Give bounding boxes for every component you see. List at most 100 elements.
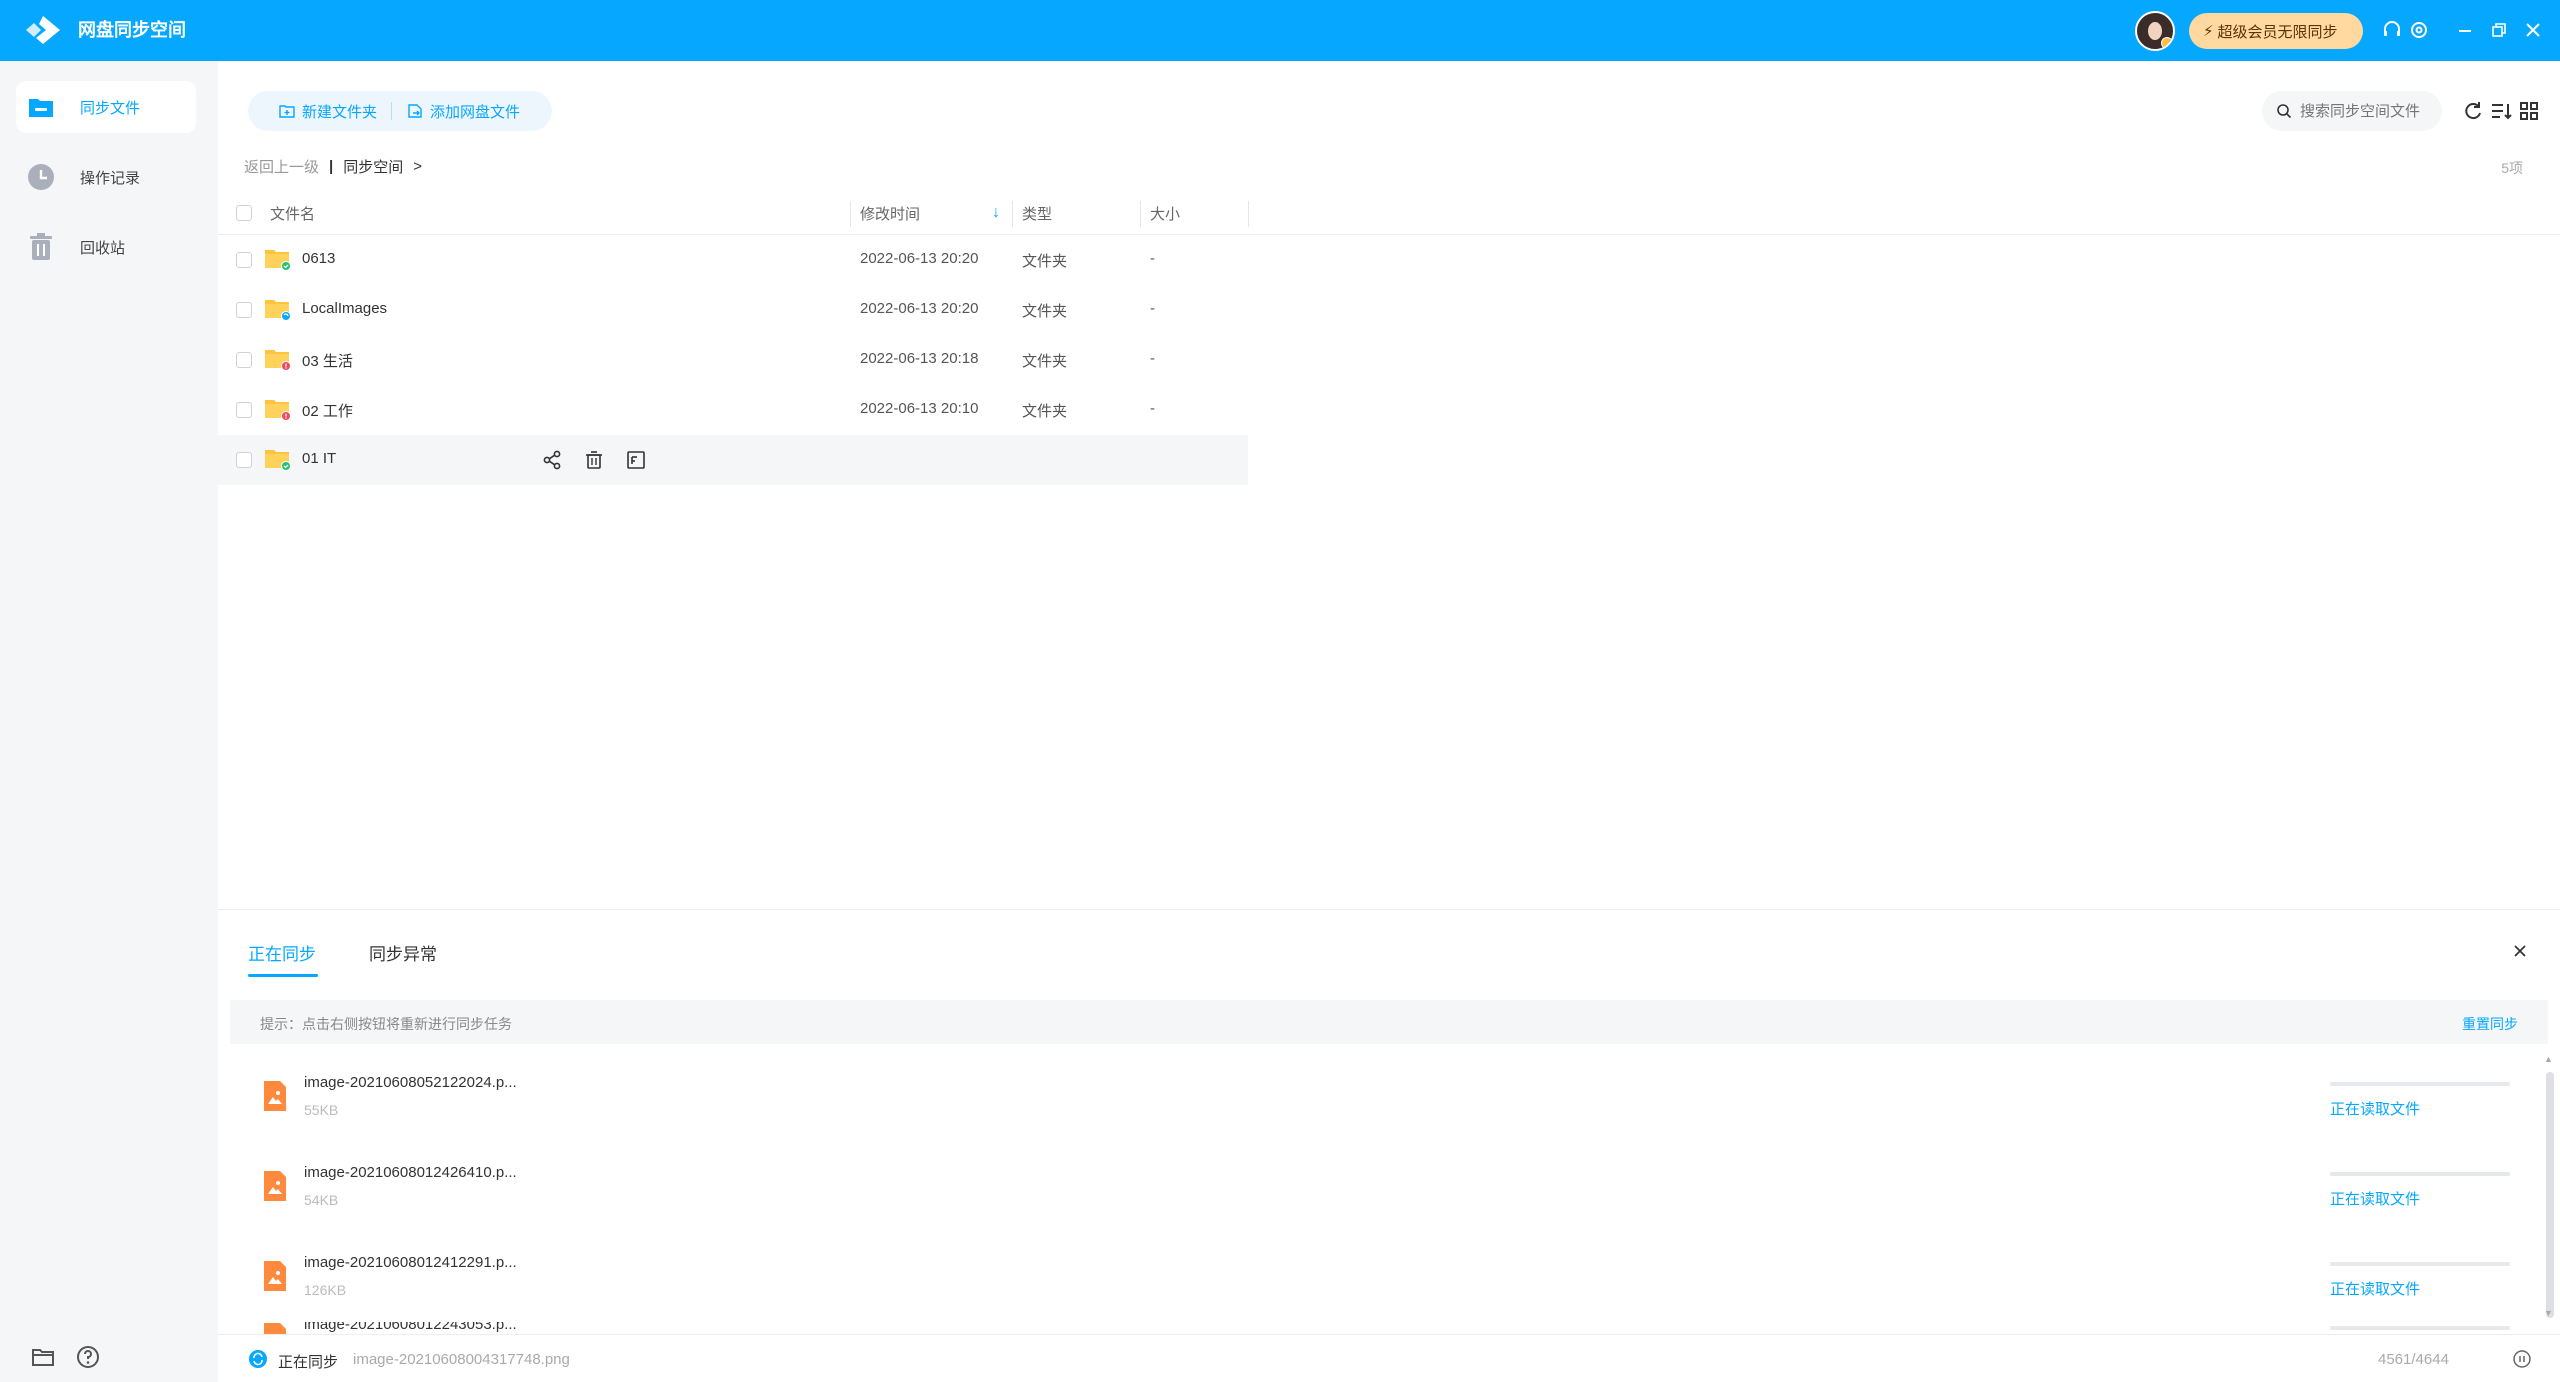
open-folder-icon[interactable] bbox=[30, 1344, 56, 1370]
sidebar-item-recycle-bin[interactable]: 回收站 bbox=[16, 221, 196, 273]
item-count: 5项 bbox=[2501, 160, 2523, 176]
table-header: 文件名 修改时间 ↓ 类型 大小 bbox=[218, 191, 1249, 235]
sync-file-name: image-20210608012412291.p... bbox=[304, 1254, 517, 1271]
scrollbar-thumb[interactable] bbox=[2546, 1072, 2554, 1318]
sidebar-item-sync-files[interactable]: 同步文件 bbox=[16, 81, 196, 133]
image-file-icon bbox=[264, 1171, 286, 1201]
tab-syncing[interactable]: 正在同步 bbox=[248, 940, 316, 965]
restore-icon[interactable] bbox=[2487, 18, 2511, 42]
table-row[interactable]: 01 IT bbox=[218, 435, 1248, 485]
select-all-checkbox[interactable] bbox=[236, 205, 252, 221]
header-size[interactable]: 大小 bbox=[1150, 203, 1180, 224]
avatar[interactable] bbox=[2135, 11, 2175, 51]
share-icon[interactable] bbox=[540, 448, 564, 472]
resync-button[interactable]: 重置同步 bbox=[2462, 1014, 2518, 1034]
sync-status: 正在读取文件 bbox=[2330, 1191, 2421, 1208]
column-divider[interactable] bbox=[850, 201, 851, 227]
sidebar-item-label: 同步文件 bbox=[80, 99, 141, 117]
sidebar-item-history[interactable]: 操作记录 bbox=[16, 151, 196, 203]
image-file-icon bbox=[264, 1323, 286, 1334]
pause-icon[interactable] bbox=[2512, 1349, 2532, 1369]
minimize-icon[interactable] bbox=[2453, 18, 2477, 42]
lightning-icon: ⚡ bbox=[2203, 23, 2214, 40]
row-checkbox[interactable] bbox=[236, 302, 252, 318]
scroll-down-arrow[interactable]: ▼ bbox=[2544, 1308, 2553, 1318]
vip-upgrade-button[interactable]: ⚡ 超级会员无限同步 bbox=[2189, 13, 2363, 49]
sync-file-size: 126KB bbox=[304, 1282, 347, 1298]
header-name[interactable]: 文件名 bbox=[270, 203, 315, 224]
status-bar: 正在同步 image-20210608004317748.png 4561/46… bbox=[218, 1334, 2560, 1382]
column-divider[interactable] bbox=[1140, 201, 1141, 227]
sync-item[interactable]: image-20210608012426410.p... 54KB 正在读取文件 bbox=[230, 1142, 2530, 1232]
row-checkbox[interactable] bbox=[236, 352, 252, 368]
sync-progress-bar bbox=[2330, 1172, 2510, 1176]
sync-spinner-icon bbox=[249, 1350, 267, 1368]
add-file-icon bbox=[408, 104, 422, 118]
file-type: 文件夹 bbox=[1022, 403, 1068, 420]
delete-icon[interactable] bbox=[582, 448, 606, 472]
sync-file-size: 54KB bbox=[304, 1192, 339, 1208]
search-icon bbox=[2277, 104, 2292, 119]
refresh-icon[interactable] bbox=[2461, 99, 2485, 123]
sort-down-icon[interactable]: ↓ bbox=[992, 204, 1000, 222]
search-input[interactable] bbox=[2300, 102, 2430, 120]
sync-item[interactable]: image-20210608012412291.p... 126KB 正在读取文… bbox=[230, 1232, 2530, 1322]
breadcrumb-arrow: > bbox=[413, 158, 422, 175]
settings-icon[interactable] bbox=[2407, 18, 2431, 42]
add-cloud-file-button[interactable]: 添加网盘文件 bbox=[392, 101, 520, 122]
new-folder-label: 新建文件夹 bbox=[302, 103, 378, 121]
breadcrumb-current[interactable]: 同步空间 bbox=[343, 156, 403, 177]
sync-file-name: image-20210608012243053.p... bbox=[304, 1322, 517, 1333]
sort-list-icon[interactable] bbox=[2489, 99, 2513, 123]
close-icon[interactable] bbox=[2521, 18, 2545, 42]
help-icon[interactable] bbox=[75, 1344, 101, 1370]
folder-icon bbox=[265, 350, 291, 371]
column-divider[interactable] bbox=[1012, 201, 1013, 227]
table-row[interactable]: LocalImages 2022-06-13 20:20 文件夹 - bbox=[218, 285, 1248, 335]
row-checkbox[interactable] bbox=[236, 402, 252, 418]
main-content: 新建文件夹 添加网盘文件 返回上一级 | 同步空间 > 5项 bbox=[218, 61, 2560, 1382]
sync-item[interactable]: image-20210608052122024.p... 55KB 正在读取文件 bbox=[230, 1052, 2530, 1142]
file-size: - bbox=[1150, 300, 1155, 317]
hint-text: 提示：点击右侧按钮将重新进行同步任务 bbox=[260, 1016, 512, 1032]
table-row[interactable]: 03 生活 2022-06-13 20:18 文件夹 - bbox=[218, 335, 1248, 385]
trash-icon bbox=[30, 233, 52, 260]
sidebar: 同步文件 操作记录 回收站 bbox=[0, 61, 218, 1382]
file-type: 文件夹 bbox=[1022, 303, 1068, 320]
header-modified[interactable]: 修改时间 bbox=[860, 203, 920, 224]
vip-label: 超级会员无限同步 bbox=[2217, 23, 2338, 41]
folder-icon bbox=[265, 250, 291, 271]
table-row[interactable]: 0613 2022-06-13 20:20 文件夹 - bbox=[218, 235, 1248, 285]
active-tab-indicator bbox=[248, 974, 318, 977]
title-bar: 网盘同步空间 ⚡ 超级会员无限同步 bbox=[0, 0, 2560, 61]
new-folder-button[interactable]: 新建文件夹 bbox=[248, 101, 377, 122]
row-checkbox[interactable] bbox=[236, 452, 252, 468]
file-modified: 2022-06-13 20:18 bbox=[860, 350, 979, 367]
column-divider[interactable] bbox=[1248, 201, 1249, 227]
grid-view-icon[interactable] bbox=[2517, 99, 2541, 123]
scroll-up-arrow[interactable]: ▲ bbox=[2544, 1054, 2553, 1064]
open-location-icon[interactable] bbox=[624, 448, 648, 472]
divider bbox=[1248, 234, 2560, 235]
file-name: LocalImages bbox=[302, 300, 388, 317]
status-count: 4561/4644 bbox=[2378, 1351, 2449, 1368]
sync-panel: 正在同步 同步异常 提示：点击右侧按钮将重新进行同步任务 重置同步 image-… bbox=[218, 909, 2560, 1382]
sync-item[interactable]: image-20210608012243053.p... bbox=[230, 1322, 2530, 1334]
tab-sync-errors[interactable]: 同步异常 bbox=[369, 940, 437, 965]
sync-progress-bar bbox=[2330, 1326, 2510, 1330]
folder-icon bbox=[265, 400, 291, 421]
close-panel-icon[interactable] bbox=[2509, 940, 2531, 962]
image-file-icon bbox=[264, 1261, 286, 1291]
file-name: 01 IT bbox=[302, 450, 337, 467]
breadcrumb-back-link[interactable]: 返回上一级 bbox=[244, 156, 319, 177]
search-box[interactable] bbox=[2262, 91, 2442, 131]
row-checkbox[interactable] bbox=[236, 252, 252, 268]
header-type[interactable]: 类型 bbox=[1022, 203, 1052, 224]
file-name: 03 生活 bbox=[302, 353, 353, 370]
folder-icon bbox=[265, 300, 291, 321]
action-bar: 新建文件夹 添加网盘文件 bbox=[248, 91, 552, 131]
table-row[interactable]: 02 工作 2022-06-13 20:10 文件夹 - bbox=[218, 385, 1248, 435]
headset-icon[interactable] bbox=[2380, 18, 2404, 42]
add-cloud-file-label: 添加网盘文件 bbox=[430, 103, 521, 121]
image-file-icon bbox=[264, 1081, 286, 1111]
